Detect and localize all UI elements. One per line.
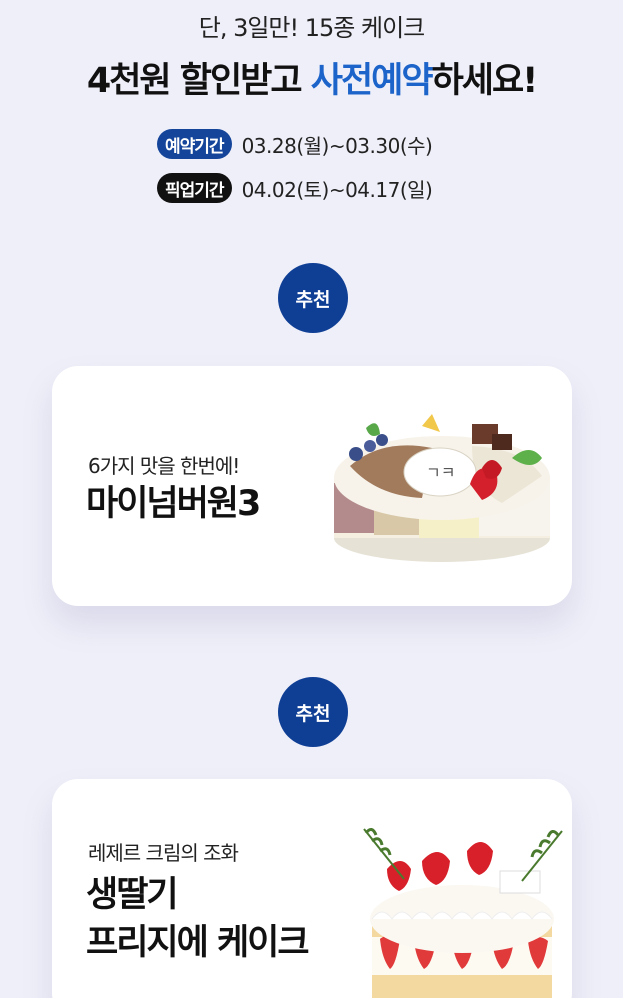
product-tagline: 레제르 크림의 조화 <box>88 841 239 865</box>
headline-part2: 하세요! <box>431 61 539 101</box>
pickup-period-label: 픽업기간 <box>157 173 232 203</box>
pickup-period: 픽업기간 04.02(토)~04.17(일) <box>157 172 433 204</box>
product-title: 생딸기 프리지에 케이크 <box>86 871 310 967</box>
headline-accent: 사전예약 <box>310 61 434 101</box>
cake-image-strawberry-fraisier <box>363 828 563 998</box>
recommend-badge: 추천 <box>278 263 348 333</box>
product-title-line: 프리지에 케이크 <box>86 923 310 963</box>
product-card-strawberry-fraisier[interactable]: 레제르 크림의 조화 생딸기 프리지에 케이크 <box>52 779 572 998</box>
recommend-badge: 추천 <box>278 677 348 747</box>
cake-image-my-number-one: ㄱㅋ <box>334 414 550 562</box>
product-tagline: 6가지 맛을 한번에! <box>88 454 240 478</box>
pickup-period-value: 04.02(토)~04.17(일) <box>241 177 433 202</box>
reservation-period-label: 예약기간 <box>157 129 232 159</box>
product-card-my-number-one[interactable]: 6가지 맛을 한번에! 마이넘버원3 ㄱㅋ <box>52 366 572 606</box>
reservation-period: 예약기간 03.28(월)~03.30(수) <box>157 128 433 160</box>
svg-text:ㄱㅋ: ㄱㅋ <box>426 463 455 482</box>
product-title: 마이넘버원3 <box>86 480 261 528</box>
promo-headline: 4천원 할인받고 사전예약하세요! <box>0 52 623 103</box>
headline-part1: 4천원 할인받고 <box>86 61 311 101</box>
product-title-line: 마이넘버원3 <box>86 484 261 524</box>
promo-subtitle: 단, 3일만! 15종 케이크 <box>198 14 426 42</box>
product-title-line: 생딸기 <box>86 875 179 915</box>
reservation-period-value: 03.28(월)~03.30(수) <box>241 133 433 158</box>
